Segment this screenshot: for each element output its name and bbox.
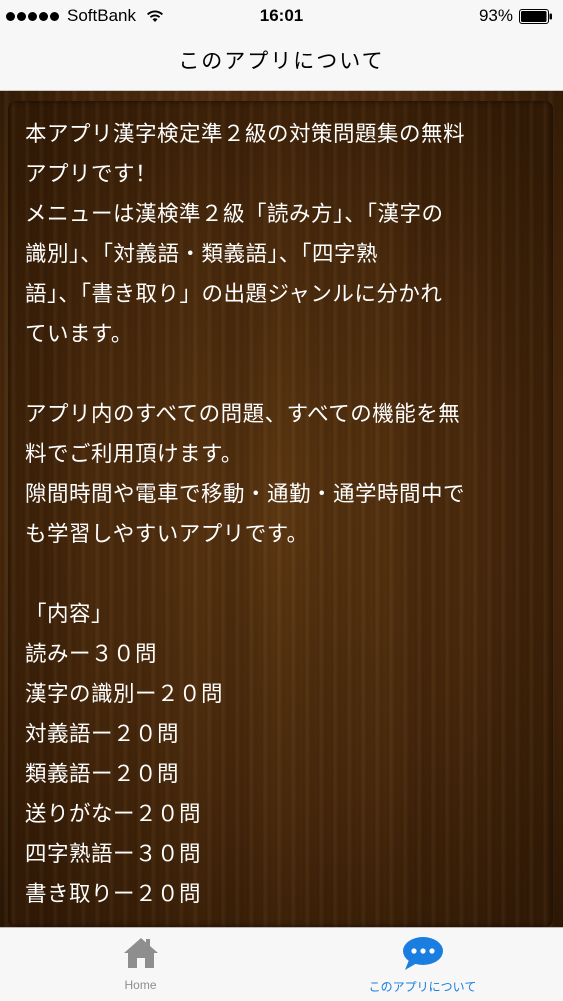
description-line: 識別」、「対義語・類義語」、「四字熟	[25, 242, 379, 267]
status-bar: SoftBank 16:01 93%	[0, 0, 563, 34]
tab-home[interactable]: Home	[0, 928, 281, 1001]
status-right: 93%	[479, 6, 553, 26]
contents-heading: 「内容」	[25, 602, 114, 627]
description-line: も学習しやすいアプリです。	[25, 522, 309, 547]
battery-icon	[519, 8, 552, 24]
contents-item: 類義語ー２０問	[25, 762, 180, 787]
contents-item: 書き取りー２０問	[25, 882, 202, 907]
description-line: 本アプリ漢字検定準２級の対策問題集の無料	[25, 122, 466, 147]
description-panel[interactable]: 本アプリ漢字検定準２級の対策問題集の無料 アプリです！ メニューは漢検準２級「読…	[8, 101, 553, 927]
contents-item: 読みー３０問	[25, 642, 158, 667]
description-line: メニューは漢検準２級「読み方」、「漢字の	[25, 202, 444, 227]
home-icon	[123, 938, 158, 968]
description-line: 料でご利用頂けます。	[25, 442, 243, 467]
description-line: 語」、「書き取り」の出題ジャンルに分かれ	[25, 282, 443, 307]
tab-about[interactable]: このアプリについて	[282, 928, 563, 1001]
description-line: アプリ内のすべての問題、すべての機能を無	[25, 402, 461, 427]
tab-bar: Home このアプリについて	[0, 927, 563, 1001]
contents-item: 漢字の識別ー２０問	[25, 682, 224, 707]
tab-home-label: Home	[124, 978, 157, 992]
content-area[interactable]: 本アプリ漢字検定準２級の対策問題集の無料 アプリです！ メニューは漢検準２級「読…	[0, 91, 563, 927]
battery-percent: 93%	[478, 6, 513, 25]
contents-item: 四字熟語ー３０問	[25, 842, 202, 867]
navigation-bar: このアプリについて	[0, 34, 563, 91]
page-title: このアプリについて	[178, 49, 385, 73]
description-line: アプリです！	[25, 162, 158, 187]
contents-item: 対義語ー２０問	[25, 722, 180, 747]
contents-item: 送りがなー２０問	[25, 802, 202, 827]
tab-about-label: このアプリについて	[368, 980, 477, 994]
speech-bubble-icon	[402, 937, 443, 970]
description-text: 本アプリ漢字検定準２級の対策問題集の無料 アプリです！ メニューは漢検準２級「読…	[25, 115, 549, 915]
description-line: ています。	[25, 322, 133, 347]
description-line: 隙間時間や電車で移動・通勤・通学時間中で	[25, 482, 466, 507]
